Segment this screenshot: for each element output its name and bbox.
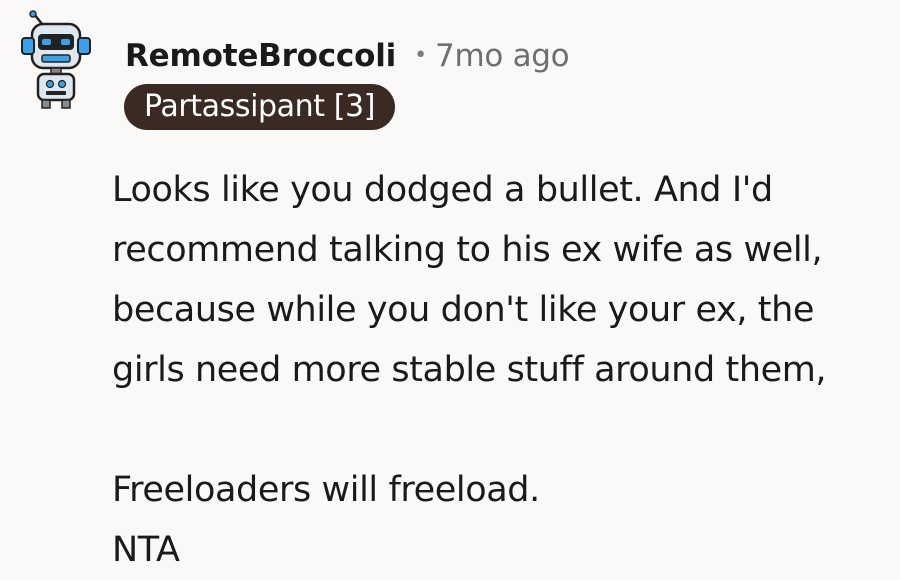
timestamp-link[interactable]: 7mo ago [435, 38, 570, 74]
comment-paragraph-1: Looks like you dodged a bullet. And I'd … [112, 170, 827, 390]
username-link[interactable]: RemoteBroccoli [125, 38, 396, 74]
avatar[interactable] [14, 10, 102, 110]
comment-header: RemoteBroccoli • 7mo ago [125, 34, 570, 78]
user-flair-badge: Partassipant [3] [124, 84, 396, 130]
comment-body: Looks like you dodged a bullet. And I'd … [112, 160, 892, 580]
meta-separator: • [414, 42, 428, 68]
comment-paragraph-2: Freeloaders will freeload. NTA [112, 470, 540, 570]
comment: RemoteBroccoli • 7mo ago Partassipant [3… [0, 0, 900, 572]
robot-avatar-icon [21, 10, 91, 109]
